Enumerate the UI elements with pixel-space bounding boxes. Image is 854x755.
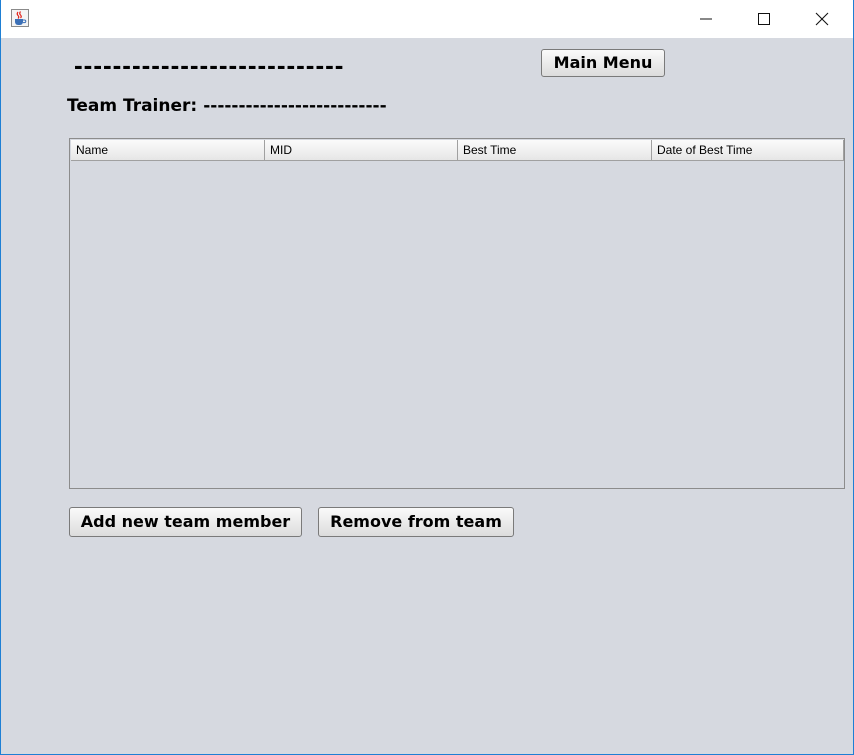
team-name-label: ---------------------------- bbox=[74, 50, 345, 80]
column-header-name[interactable]: Name bbox=[71, 140, 265, 161]
maximize-button[interactable] bbox=[741, 0, 787, 38]
team-trainer-label: Team Trainer: bbox=[67, 96, 198, 116]
close-icon bbox=[815, 12, 829, 26]
maximize-icon bbox=[758, 13, 770, 25]
add-team-member-button[interactable]: Add new team member bbox=[69, 507, 302, 537]
title-bar[interactable] bbox=[1, 0, 853, 38]
team-trainer-value: -------------------------- bbox=[203, 96, 387, 116]
column-header-mid[interactable]: MID bbox=[265, 140, 458, 161]
content-pane: ---------------------------- Main Menu T… bbox=[1, 38, 853, 754]
column-header-best-time[interactable]: Best Time bbox=[458, 140, 652, 161]
team-members-table[interactable]: Name MID Best Time Date of Best Time bbox=[69, 138, 845, 489]
minimize-icon bbox=[700, 18, 712, 20]
close-button[interactable] bbox=[799, 0, 845, 38]
team-trainer-row: Team Trainer: -------------------------- bbox=[67, 96, 387, 116]
app-window: ---------------------------- Main Menu T… bbox=[0, 0, 854, 755]
table-header: Name MID Best Time Date of Best Time bbox=[71, 140, 844, 161]
remove-from-team-button[interactable]: Remove from team bbox=[318, 507, 514, 537]
main-menu-button[interactable]: Main Menu bbox=[541, 49, 665, 77]
minimize-button[interactable] bbox=[683, 0, 729, 38]
column-header-date-of-best-time[interactable]: Date of Best Time bbox=[652, 140, 844, 161]
table-body[interactable] bbox=[71, 161, 844, 488]
java-coffee-icon[interactable] bbox=[11, 9, 29, 27]
